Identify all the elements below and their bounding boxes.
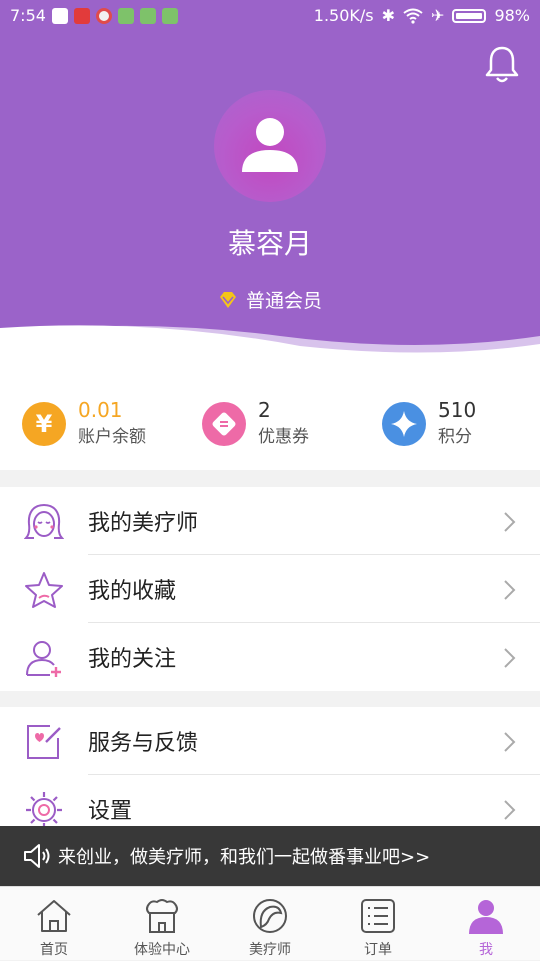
app-icon — [140, 8, 156, 24]
menu-item-label: 我的关注 — [88, 647, 177, 672]
chevron-right-icon — [504, 732, 516, 752]
profile-header: 7:54 1.50K/s ✱ ✈ 98% 慕容月 普通会员 — [0, 0, 540, 360]
member-level[interactable]: 普通会员 — [0, 286, 540, 313]
menu-item-my-therapist[interactable]: 我的美疗师 — [0, 487, 540, 555]
points-label: 积分 — [438, 427, 472, 447]
menu-item-my-favorites[interactable]: 我的收藏 — [0, 555, 540, 623]
bottom-tab-bar: 首页 体验中心 美疗师 订单 我 — [0, 886, 540, 960]
diamond-icon — [219, 291, 236, 308]
balance-stat[interactable]: ¥ 0.01 账户余额 — [22, 394, 146, 454]
tab-experience-center[interactable]: 体验中心 — [108, 887, 216, 961]
account-stats: ¥ 0.01 账户余额 2 优惠券 510 积分 — [0, 360, 540, 470]
chevron-right-icon — [504, 512, 516, 532]
balance-label: 账户余额 — [78, 427, 146, 447]
recruit-banner[interactable]: 来创业，做美疗师，和我们一起做番事业吧>> — [0, 826, 540, 886]
status-bar: 7:54 1.50K/s ✱ ✈ 98% — [0, 0, 540, 32]
banner-text: 来创业，做美疗师，和我们一起做番事业吧>> — [58, 847, 431, 868]
menu-item-my-follows[interactable]: 我的关注 — [0, 623, 540, 691]
news-app-icon — [74, 8, 90, 24]
tab-label: 美疗师 — [249, 942, 291, 958]
woman-face-icon — [24, 504, 64, 539]
tab-label: 体验中心 — [134, 942, 190, 958]
profile-icon — [469, 900, 503, 934]
therapist-icon — [253, 899, 287, 933]
battery-icon — [452, 8, 487, 23]
points-stat[interactable]: 510 积分 — [382, 394, 476, 454]
airplane-icon: ✈ — [431, 6, 445, 25]
feedback-icon — [27, 725, 61, 759]
star-outline-icon — [25, 572, 63, 608]
chevron-right-icon — [504, 648, 516, 668]
menu-group-main: 我的美疗师 我的收藏 我的关注 — [0, 487, 540, 691]
settings-icon — [26, 792, 62, 826]
avatar[interactable] — [214, 90, 326, 202]
user-silhouette-icon — [242, 118, 298, 172]
home-icon — [37, 900, 71, 932]
points-value: 510 — [438, 398, 477, 422]
coupon-value: 2 — [258, 398, 271, 422]
speaker-icon — [24, 844, 50, 868]
chevron-right-icon — [504, 800, 516, 820]
menu-group-other: 服务与反馈 设置 — [0, 707, 540, 826]
status-right: 1.50K/s ✱ ✈ 98% — [314, 6, 530, 25]
balance-value: 0.01 — [78, 398, 123, 422]
star-icon — [382, 402, 426, 446]
yen-icon: ¥ — [22, 402, 66, 446]
app-icon — [162, 8, 178, 24]
member-level-label: 普通会员 — [245, 290, 322, 312]
battery-level: 98% — [494, 6, 530, 25]
network-speed: 1.50K/s — [313, 6, 374, 25]
tab-label: 我 — [479, 942, 493, 958]
app-ring-icon — [96, 8, 112, 24]
menu-item-label: 服务与反馈 — [88, 731, 199, 756]
order-list-icon — [361, 899, 395, 933]
header-wave — [0, 325, 540, 360]
coupon-label: 优惠券 — [258, 427, 309, 447]
tab-home[interactable]: 首页 — [0, 887, 108, 961]
user-add-icon — [26, 641, 61, 677]
coupon-stat[interactable]: 2 优惠券 — [202, 394, 309, 454]
qq-icon — [52, 8, 68, 24]
menu-item-label: 设置 — [88, 799, 133, 824]
status-time: 7:54 — [10, 6, 46, 25]
menu-item-label: 我的收藏 — [88, 579, 177, 604]
app-icon — [118, 8, 134, 24]
bell-icon[interactable] — [484, 44, 520, 84]
menu-item-settings[interactable]: 设置 — [0, 775, 540, 826]
menu-item-label: 我的美疗师 — [88, 511, 199, 536]
wifi-icon — [403, 8, 423, 24]
tab-label: 订单 — [364, 942, 392, 958]
tab-orders[interactable]: 订单 — [324, 887, 432, 961]
chevron-right-icon — [504, 580, 516, 600]
tab-me[interactable]: 我 — [432, 887, 540, 961]
notification-icons — [52, 8, 178, 24]
shop-icon — [146, 899, 178, 933]
tab-label: 首页 — [40, 942, 68, 958]
coupon-icon — [202, 402, 246, 446]
bluetooth-icon: ✱ — [381, 6, 396, 25]
user-name: 慕容月 — [227, 227, 312, 260]
menu-item-feedback[interactable]: 服务与反馈 — [0, 707, 540, 775]
tab-therapist[interactable]: 美疗师 — [216, 887, 324, 961]
